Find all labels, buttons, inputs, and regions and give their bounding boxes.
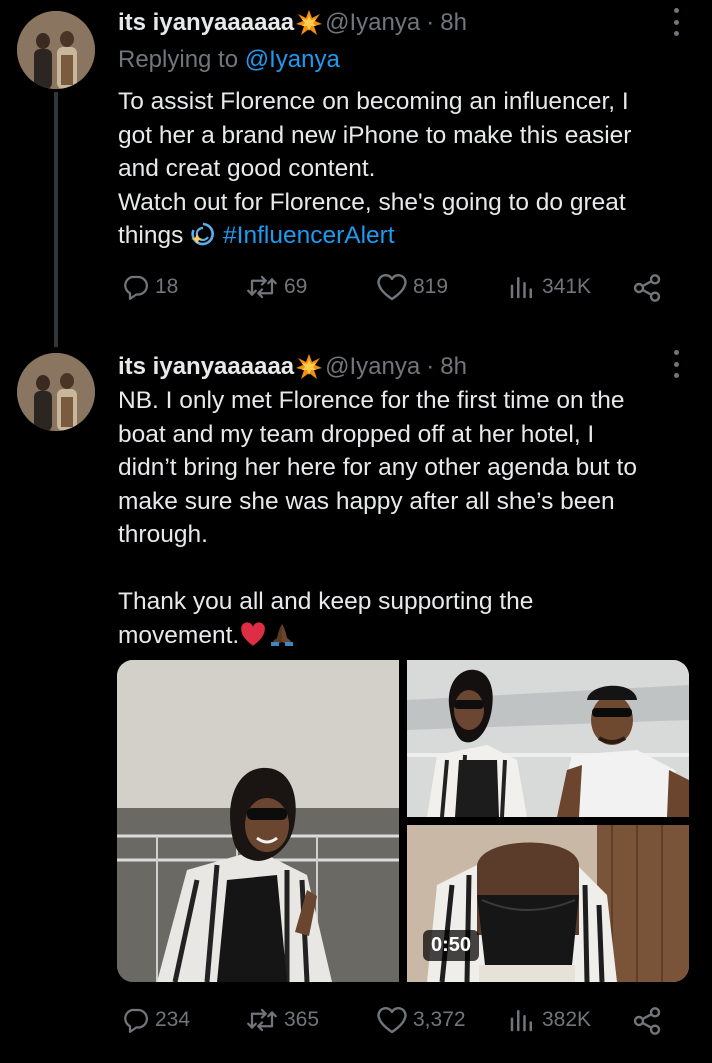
author-handle[interactable]: @Iyanya: [325, 353, 420, 381]
reply-count: 18: [155, 275, 179, 298]
action-bar: 18 69 819 341K: [118, 272, 678, 306]
repost-button[interactable]: 365: [245, 1005, 319, 1035]
reply-button[interactable]: 18: [120, 272, 178, 302]
views-count: 382K: [542, 1008, 592, 1031]
text-line-with-hashtag: things #InfluencerAlert: [118, 219, 688, 257]
photo-1[interactable]: [117, 660, 399, 982]
tweet-1[interactable]: its iyanyaaaaaa @Iyanya · 8h Replying to…: [0, 0, 712, 347]
repost-icon: [245, 1005, 279, 1035]
tweet-text: NB. I only met Florence for the first ti…: [118, 384, 688, 656]
text-line: make sure she was happy after all she’s …: [118, 487, 615, 515]
video-duration-badge: 0:50: [423, 930, 480, 961]
reply-icon: [120, 272, 150, 302]
hashtag-link[interactable]: #InfluencerAlert: [223, 222, 395, 249]
media-grid[interactable]: 0:50: [117, 660, 689, 982]
views-icon: [507, 1005, 537, 1035]
dizzy-emoji: [190, 221, 216, 257]
folded-hands-emoji: [267, 621, 297, 657]
repost-icon: [245, 272, 279, 302]
author-handle[interactable]: @Iyanya: [325, 9, 420, 37]
author-name[interactable]: its iyanyaaaaaa: [118, 9, 294, 37]
more-icon[interactable]: [670, 350, 682, 378]
red-heart-emoji: [239, 621, 267, 657]
text-line: didn’t bring her here for any other agen…: [118, 454, 637, 481]
repost-button[interactable]: 69: [245, 272, 307, 302]
avatar[interactable]: [17, 353, 95, 431]
like-icon: [376, 1005, 408, 1035]
like-button[interactable]: 3,372: [376, 1005, 466, 1035]
share-icon: [631, 1005, 663, 1037]
views-button[interactable]: 341K: [507, 272, 591, 302]
text-line: To assist Florence on becoming an influe…: [118, 88, 629, 115]
text-line: got her a brand new iPhone to make this …: [118, 121, 632, 149]
text-line: Watch out for Florence, she's going to d…: [118, 188, 626, 216]
views-button[interactable]: 382K: [507, 1005, 591, 1035]
action-bar: 234 365 3,372 382K: [118, 1005, 678, 1039]
like-icon: [376, 272, 408, 302]
separator-dot: ·: [426, 353, 435, 380]
timestamp[interactable]: 8h: [440, 353, 467, 381]
text-line: through.: [118, 521, 208, 548]
text-line: NB. I only met Florence for the first ti…: [118, 387, 625, 414]
tweet-header: its iyanyaaaaaa @Iyanya · 8h: [118, 9, 467, 37]
thread-line: [54, 92, 58, 347]
text-line: Thank you all and keep supporting the: [118, 588, 534, 615]
avatar[interactable]: [17, 11, 95, 89]
text-line: and creat good content.: [118, 155, 376, 182]
author-name[interactable]: its iyanyaaaaaa: [118, 353, 294, 381]
share-button[interactable]: [631, 272, 663, 304]
text-line-with-emoji: movement.: [118, 619, 688, 657]
repost-count: 69: [284, 275, 308, 298]
timestamp[interactable]: 8h: [440, 9, 467, 37]
views-icon: [507, 272, 537, 302]
views-count: 341K: [542, 275, 592, 298]
tweet-2[interactable]: its iyanyaaaaaa @Iyanya · 8h NB. I only …: [0, 340, 712, 1063]
separator-dot: ·: [426, 9, 435, 36]
photo-2[interactable]: [407, 660, 689, 817]
text-line: things: [118, 222, 184, 249]
text-line: movement.: [118, 621, 240, 649]
replying-to: Replying to @Iyanya: [118, 46, 340, 74]
like-count: 819: [413, 275, 449, 298]
reply-count: 234: [155, 1008, 191, 1031]
replying-prefix: Replying to: [118, 46, 239, 73]
text-line: boat and my team dropped off at her hote…: [118, 420, 595, 448]
like-button[interactable]: 819: [376, 272, 448, 302]
tweet-text: To assist Florence on becoming an influe…: [118, 85, 688, 257]
collision-emoji: [295, 353, 323, 381]
reply-mention-link[interactable]: @Iyanya: [245, 46, 340, 73]
more-icon[interactable]: [670, 8, 682, 36]
reply-icon: [120, 1005, 150, 1035]
like-count: 3,372: [413, 1008, 466, 1031]
collision-emoji: [295, 9, 323, 37]
share-icon: [631, 272, 663, 304]
reply-button[interactable]: 234: [120, 1005, 190, 1035]
repost-count: 365: [284, 1008, 320, 1031]
tweet-header: its iyanyaaaaaa @Iyanya · 8h: [118, 353, 467, 381]
share-button[interactable]: [631, 1005, 663, 1037]
